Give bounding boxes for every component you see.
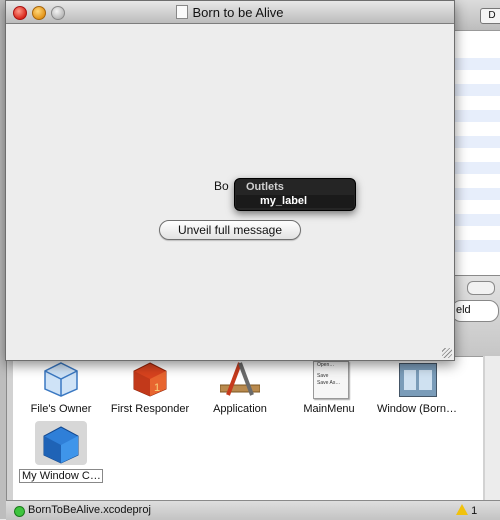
resize-grip-icon[interactable]	[442, 348, 452, 358]
outlet-item-label: my_label	[260, 195, 308, 207]
object-first-responder[interactable]: 1 First Responder	[108, 361, 192, 415]
unveil-message-button[interactable]: Unveil full message	[159, 220, 301, 240]
menu-icon-line: Save	[317, 373, 329, 379]
window-icon-graphic	[399, 363, 437, 397]
editor-stripe	[452, 58, 500, 70]
search-field[interactable]: eld	[451, 300, 499, 322]
editor-toolbar: D	[452, 0, 500, 31]
object-label: Application	[213, 403, 267, 415]
object-label: My Window C…	[19, 469, 103, 483]
project-name: BornToBeAlive.xcodeproj	[28, 504, 151, 516]
editor-toolbar-button[interactable]: D	[480, 8, 500, 24]
outlets-title: Outlets	[246, 181, 284, 193]
object-label: Window (Born…	[376, 403, 458, 415]
outlet-item-my-label[interactable]: my_label	[236, 195, 354, 208]
object-label: First Responder	[110, 403, 190, 415]
editor-stripe	[452, 110, 500, 122]
message-label[interactable]: Bo	[214, 179, 229, 193]
editor-stripe	[452, 84, 500, 96]
menu-icon-line: Open…	[317, 362, 335, 368]
ib-objects-view: File's Owner 1 First Responder Applicati…	[13, 356, 483, 502]
editor-stripe	[452, 240, 500, 252]
toolbar-toggle-button[interactable]	[467, 281, 495, 295]
svg-text:1: 1	[154, 382, 160, 394]
selection-highlight	[35, 421, 87, 465]
editor-stripe	[452, 136, 500, 148]
status-bar: BornToBeAlive.xcodeproj 1	[6, 500, 500, 520]
object-mainmenu[interactable]: Open… Save Save As… MainMenu	[287, 361, 371, 415]
menu-icon-wrapper: Open… Save Save As…	[309, 361, 349, 399]
status-ok-icon	[14, 506, 25, 517]
editor-stripe	[452, 188, 500, 200]
menu-icon-line: Save As…	[317, 380, 341, 386]
background-editor: D	[452, 0, 500, 300]
warning-indicator[interactable]: 1	[456, 504, 477, 517]
object-files-owner[interactable]: File's Owner	[19, 361, 103, 415]
outlets-popup: Outlets my_label	[234, 178, 356, 211]
editor-stripe	[452, 214, 500, 226]
vertical-scrollbar[interactable]	[485, 356, 500, 501]
object-my-window-controller[interactable]: My Window C…	[19, 421, 103, 483]
document-icon	[176, 5, 189, 19]
window-title: Born to be Alive	[192, 5, 284, 20]
cube-red-icon: 1	[130, 361, 170, 397]
object-application[interactable]: Application	[198, 361, 282, 415]
cube-blue-outline-icon	[41, 361, 81, 397]
search-field-text: eld	[456, 304, 471, 316]
menu-icon: Open… Save Save As…	[313, 361, 349, 399]
title-bar[interactable]: Born to be Alive	[6, 1, 454, 24]
app-icon	[219, 361, 261, 397]
object-label: File's Owner	[30, 403, 92, 415]
window-icon	[397, 361, 437, 397]
object-label: MainMenu	[303, 403, 355, 415]
warning-icon	[456, 504, 468, 515]
main-window: Born to be Alive Bo Unveil full message …	[5, 0, 455, 361]
window-title-area: Born to be Alive	[6, 5, 454, 20]
cube-blue-icon	[41, 425, 81, 464]
editor-stripe	[452, 162, 500, 174]
warning-count: 1	[471, 505, 478, 517]
object-window[interactable]: Window (Born…	[375, 361, 459, 415]
